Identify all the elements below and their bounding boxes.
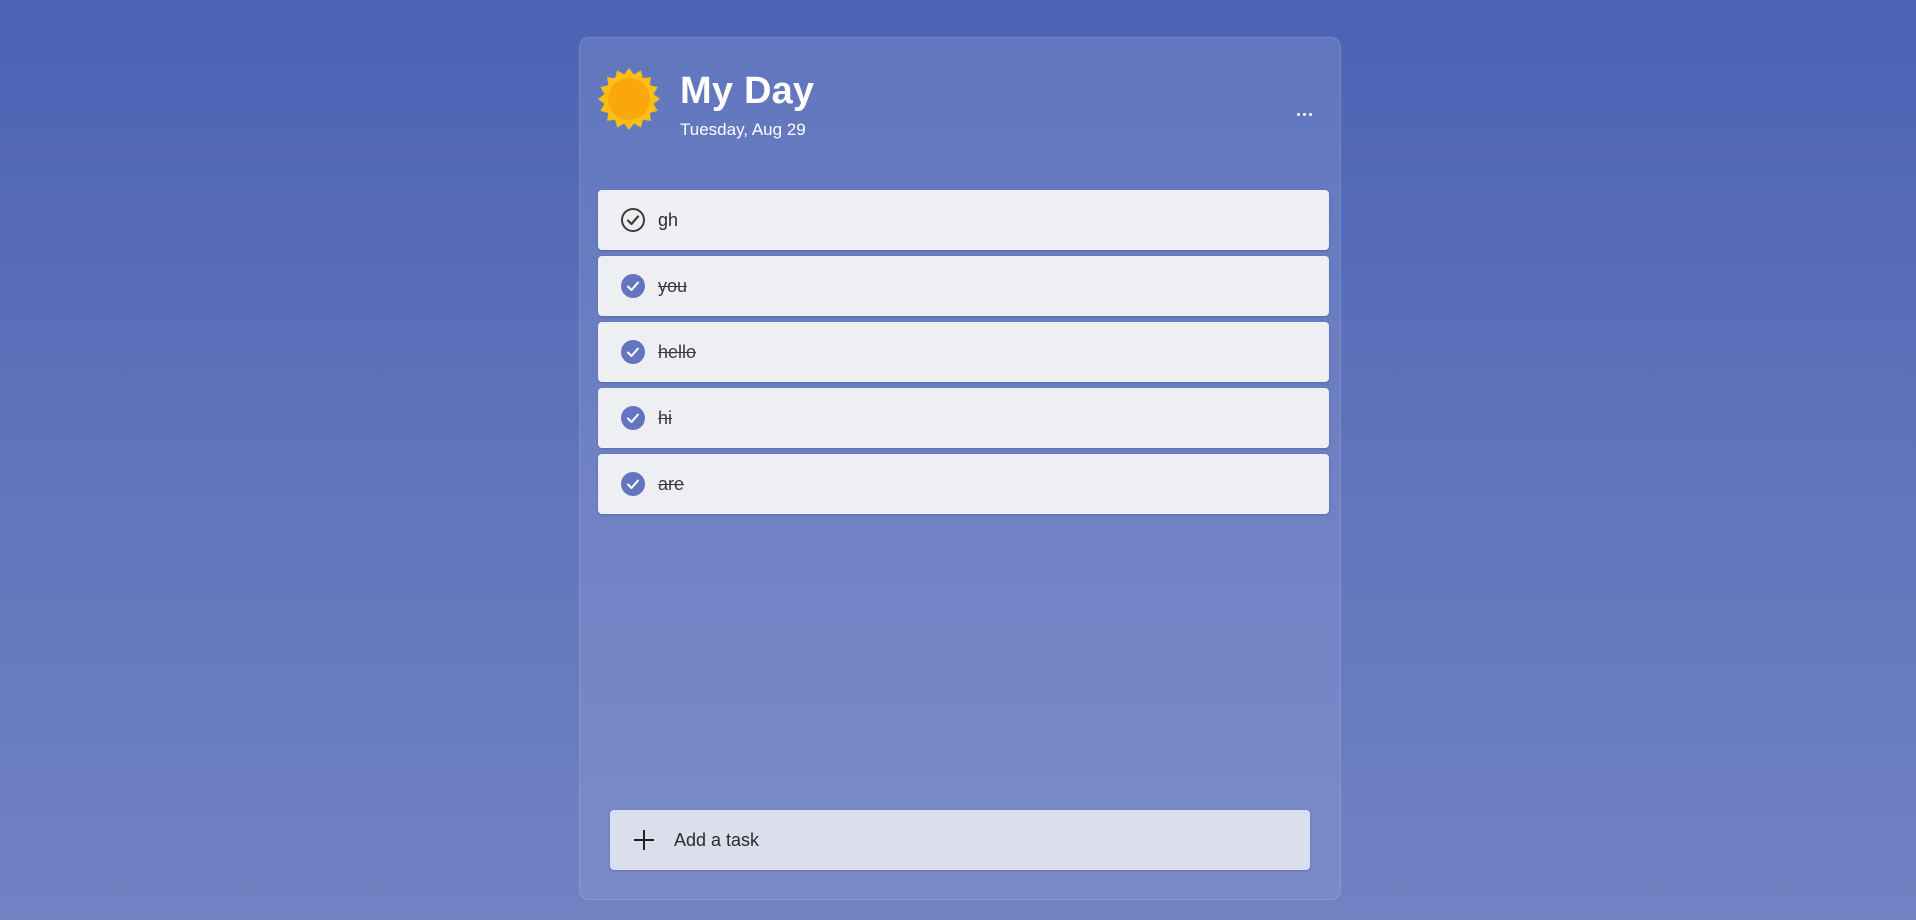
check-circle-icon[interactable]	[620, 405, 646, 431]
check-circle-icon[interactable]	[620, 471, 646, 497]
more-icon	[1296, 112, 1300, 116]
task-item[interactable]: hi	[598, 388, 1329, 448]
task-label: gh	[658, 209, 679, 230]
task-label: hi	[658, 407, 673, 428]
task-item[interactable]: hello	[598, 322, 1329, 382]
add-task-button[interactable]: Add a task	[610, 810, 1310, 870]
my-day-panel: My Day Tuesday, Aug 29 gh you hello hi a…	[579, 37, 1341, 900]
check-circle-icon[interactable]	[620, 273, 646, 299]
task-label: hello	[658, 341, 697, 362]
more-icon-dot	[1308, 112, 1312, 116]
plus-icon	[634, 830, 654, 850]
page-title: My Day	[680, 70, 815, 112]
task-item[interactable]: gh	[598, 190, 1329, 250]
page-date: Tuesday, Aug 29	[680, 120, 806, 139]
sun-icon	[598, 68, 660, 130]
add-task-label: Add a task	[674, 829, 760, 850]
check-circle-icon[interactable]	[620, 339, 646, 365]
task-item[interactable]: you	[598, 256, 1329, 316]
more-options-button[interactable]	[1290, 106, 1318, 122]
task-item[interactable]: are	[598, 454, 1329, 514]
check-circle-icon[interactable]	[620, 207, 646, 233]
task-list: gh you hello hi are	[598, 190, 1329, 520]
task-label: are	[658, 473, 685, 494]
more-icon-dot	[1302, 112, 1306, 116]
task-label: you	[658, 275, 688, 296]
